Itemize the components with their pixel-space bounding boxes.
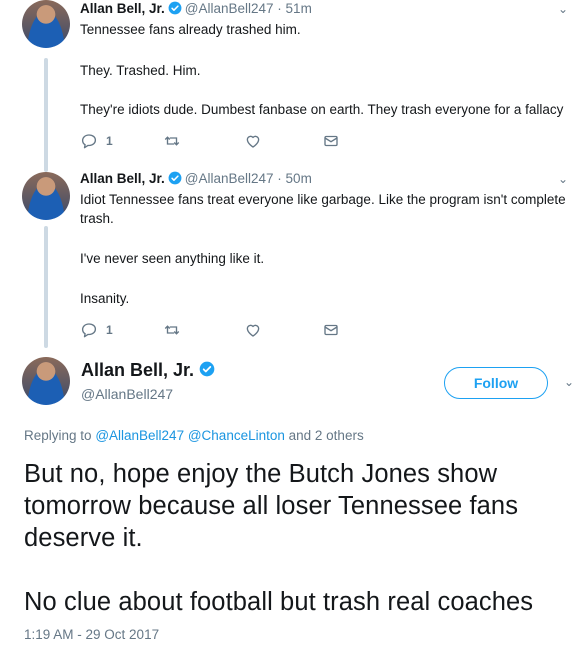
handle-time[interactable]: @AllanBell247 · 51m — [185, 1, 312, 16]
reply-button[interactable]: 1 — [80, 321, 113, 339]
author-name[interactable]: Allan Bell, Jr. — [80, 1, 165, 16]
chevron-down-icon[interactable]: ⌄ — [558, 2, 568, 16]
author-name-text: Allan Bell, Jr. — [81, 360, 195, 380]
tweet-text: tomorrow because all loser Tennessee fan… — [24, 492, 519, 520]
tweet-text: deserve it. — [24, 524, 143, 552]
tweet-header: Allan Bell, Jr. @AllanBell247 · 50m — [80, 171, 312, 186]
avatar[interactable] — [22, 172, 70, 220]
tweet-text: Tennessee fans already trashed him. — [80, 22, 301, 37]
verified-icon — [168, 171, 182, 185]
like-button[interactable] — [244, 321, 262, 339]
avatar[interactable] — [22, 357, 70, 405]
reply-button[interactable]: 1 — [80, 132, 113, 150]
author-name[interactable]: Allan Bell, Jr. — [81, 360, 218, 381]
thread-line — [44, 226, 48, 348]
like-button[interactable] — [244, 132, 262, 150]
replying-to: Replying to @AllanBell247 @ChanceLinton … — [24, 428, 364, 443]
replying-prefix: Replying to — [24, 428, 92, 443]
mention-link[interactable]: @ChanceLinton — [188, 428, 285, 443]
verified-icon — [199, 361, 215, 377]
thread-line — [44, 58, 48, 172]
avatar[interactable] — [22, 0, 70, 48]
tweet-actions: 1 — [80, 321, 380, 341]
chevron-down-icon[interactable]: ⌄ — [564, 375, 574, 389]
reply-icon — [81, 134, 97, 149]
tweet-text: They. Trashed. Him. — [80, 63, 201, 78]
message-button[interactable] — [322, 132, 340, 150]
mention-link[interactable]: @AllanBell247 — [95, 428, 184, 443]
reply-count: 1 — [106, 323, 113, 337]
heart-icon — [246, 135, 260, 148]
author-handle[interactable]: @AllanBell247 — [81, 386, 173, 402]
tweet-text: trash. — [80, 211, 114, 226]
tweet-text: They're idiots dude. Dumbest fanbase on … — [80, 102, 564, 117]
tweet-text: Idiot Tennessee fans treat everyone like… — [80, 192, 566, 207]
envelope-icon — [324, 135, 338, 147]
tweet-header: Allan Bell, Jr. @AllanBell247 · 51m — [80, 1, 312, 16]
retweet-button[interactable] — [163, 321, 181, 339]
tweet-text: But no, hope enjoy the Butch Jones show — [24, 460, 498, 488]
tweet-text: I've never seen anything like it. — [80, 251, 265, 266]
replying-suffix[interactable]: and 2 others — [289, 428, 364, 443]
verified-icon — [168, 1, 182, 15]
follow-button[interactable]: Follow — [444, 367, 548, 399]
chevron-down-icon[interactable]: ⌄ — [558, 172, 568, 186]
handle-time[interactable]: @AllanBell247 · 50m — [185, 171, 312, 186]
tweet-actions: 1 — [80, 132, 380, 152]
reply-count: 1 — [106, 134, 113, 148]
retweet-icon — [164, 136, 180, 146]
author-name[interactable]: Allan Bell, Jr. — [80, 171, 165, 186]
heart-icon — [246, 324, 260, 337]
tweet-text: No clue about football but trash real co… — [24, 588, 534, 616]
reply-icon — [81, 323, 97, 338]
retweet-button[interactable] — [163, 132, 181, 150]
envelope-icon — [324, 324, 338, 336]
tweet-timestamp[interactable]: 1:19 AM - 29 Oct 2017 — [24, 627, 159, 642]
retweet-icon — [164, 325, 180, 335]
tweet-text: Insanity. — [80, 291, 130, 306]
message-button[interactable] — [322, 321, 340, 339]
